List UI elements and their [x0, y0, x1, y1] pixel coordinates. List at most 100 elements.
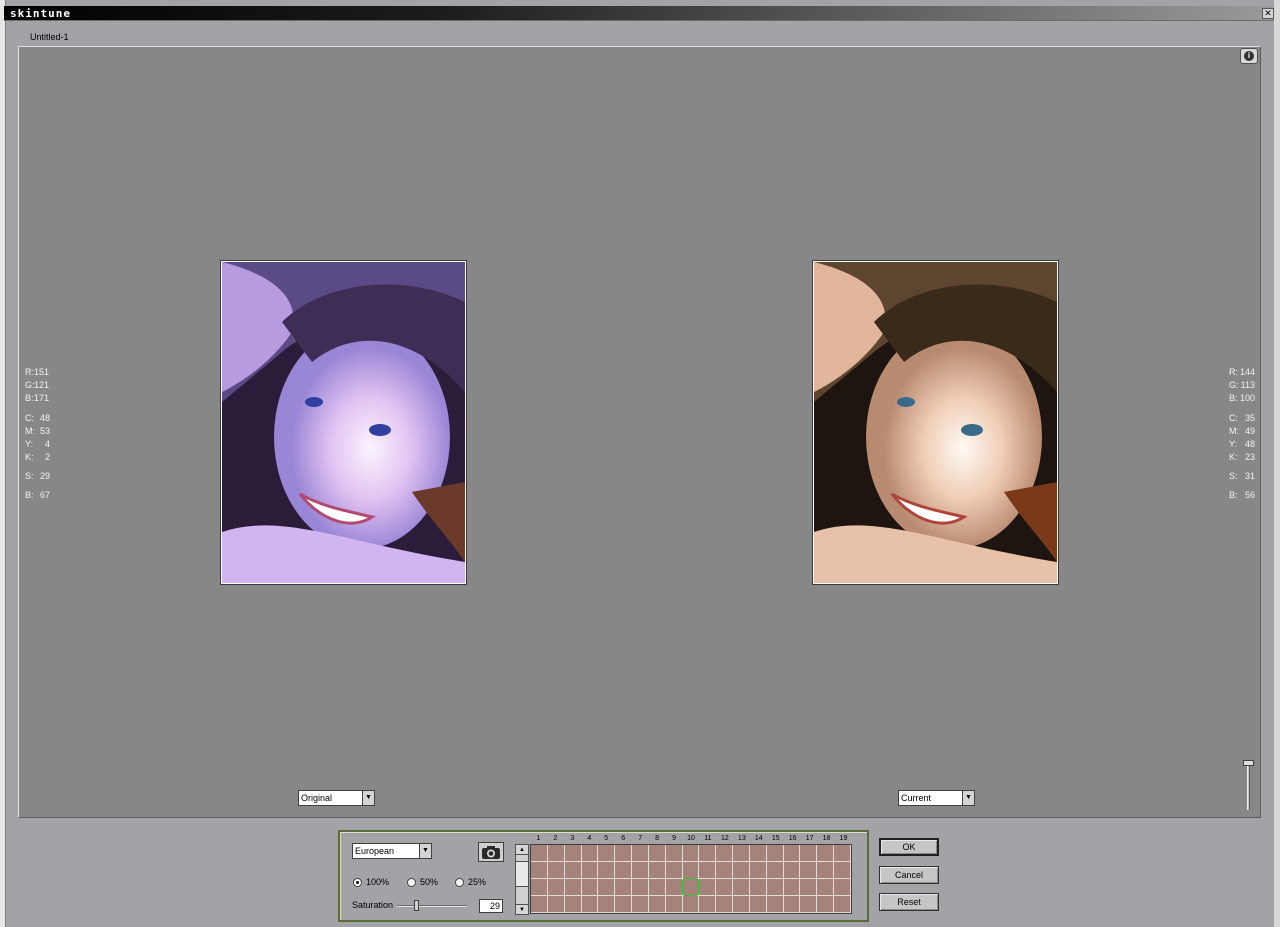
tone-grid-cell[interactable]	[699, 879, 717, 896]
left-view-select[interactable]: Original ▼	[298, 790, 375, 806]
radio-25[interactable]: 25%	[455, 877, 486, 888]
tone-grid-cell[interactable]	[749, 879, 767, 896]
tone-grid-cell[interactable]	[564, 879, 582, 896]
tone-grid-cell[interactable]	[800, 862, 818, 879]
tone-grid-cell[interactable]	[632, 879, 649, 896]
tone-grid-cell[interactable]	[766, 879, 784, 896]
grid-scrollbar[interactable]: ▲ ▼	[515, 844, 529, 915]
tone-grid-cell[interactable]	[615, 896, 633, 913]
right-view-select[interactable]: Current ▼	[898, 790, 975, 806]
ok-button[interactable]: OK	[879, 838, 939, 856]
tone-grid-cell[interactable]	[632, 845, 649, 862]
info-button[interactable]: i	[1240, 48, 1258, 64]
saturation-slider-track[interactable]	[397, 905, 467, 907]
tone-grid-cell[interactable]	[834, 862, 851, 879]
tone-grid-cell[interactable]	[733, 879, 750, 896]
tone-grid-cell[interactable]	[800, 879, 818, 896]
tone-grid-cell[interactable]	[665, 879, 683, 896]
tone-grid-cell[interactable]	[783, 862, 801, 879]
tone-grid-cell[interactable]	[648, 862, 666, 879]
close-button[interactable]: ✕	[1262, 8, 1274, 19]
tone-grid-cell[interactable]	[834, 896, 851, 913]
tone-grid-cell[interactable]	[749, 896, 767, 913]
tone-grid-cell[interactable]	[766, 896, 784, 913]
tone-grid-cell[interactable]	[581, 879, 599, 896]
tone-grid-cell[interactable]	[800, 896, 818, 913]
tone-grid-cell[interactable]	[598, 862, 616, 879]
tone-grid-cell[interactable]	[733, 862, 750, 879]
tone-grid-cell[interactable]	[547, 862, 565, 879]
saturation-slider-thumb[interactable]	[414, 900, 420, 911]
tone-grid-cell[interactable]	[615, 879, 633, 896]
tone-grid-cell[interactable]	[615, 845, 633, 862]
tone-grid-cell[interactable]	[817, 879, 835, 896]
tone-grid-cell[interactable]	[632, 862, 649, 879]
tone-grid-cell[interactable]	[632, 896, 649, 913]
tone-grid-cell[interactable]	[733, 845, 750, 862]
tone-grid-cell[interactable]	[766, 862, 784, 879]
tone-grid-cell[interactable]	[581, 845, 599, 862]
radio-25-indicator[interactable]	[455, 878, 464, 888]
tone-grid-cell[interactable]	[547, 845, 565, 862]
radio-100-indicator[interactable]	[353, 878, 362, 888]
tone-grid-cell[interactable]	[749, 845, 767, 862]
tone-grid-cell[interactable]	[615, 862, 633, 879]
tone-grid-cell[interactable]	[598, 896, 616, 913]
zoom-slider-thumb[interactable]	[1243, 760, 1254, 766]
tone-grid-cell[interactable]	[699, 896, 717, 913]
tone-grid-cell[interactable]	[716, 845, 734, 862]
tone-grid-cell[interactable]	[733, 896, 750, 913]
tone-grid-cell[interactable]	[817, 862, 835, 879]
saturation-value-field[interactable]: 29	[479, 899, 503, 913]
tone-grid-cell[interactable]	[834, 845, 851, 862]
tone-grid-cell[interactable]	[598, 879, 616, 896]
tone-grid-cell[interactable]	[682, 845, 700, 862]
tone-grid-cell[interactable]	[665, 845, 683, 862]
tone-grid-cell[interactable]	[682, 862, 700, 879]
tone-grid-cell[interactable]	[547, 896, 565, 913]
tone-grid-cell[interactable]	[531, 845, 548, 862]
tone-grid-cell[interactable]	[749, 862, 767, 879]
tone-grid-cell[interactable]	[648, 845, 666, 862]
tone-grid-cell[interactable]	[531, 879, 548, 896]
tone-grid-cell[interactable]	[665, 862, 683, 879]
tone-grid-cell[interactable]	[598, 845, 616, 862]
tone-grid-cell[interactable]	[564, 862, 582, 879]
document-tab[interactable]: Untitled-1	[30, 32, 69, 42]
tone-grid-cell[interactable]	[581, 896, 599, 913]
tone-grid-cell[interactable]	[547, 879, 565, 896]
tone-grid-cell[interactable]	[682, 896, 700, 913]
radio-50-indicator[interactable]	[407, 878, 416, 888]
tone-grid-cell[interactable]	[800, 845, 818, 862]
skin-type-select[interactable]: European ▼	[352, 843, 432, 859]
tone-grid-cell[interactable]	[716, 879, 734, 896]
tone-grid-cell[interactable]	[716, 862, 734, 879]
tone-grid-cell[interactable]	[783, 845, 801, 862]
radio-50[interactable]: 50%	[407, 877, 438, 888]
tone-grid-cell[interactable]	[648, 879, 666, 896]
scroll-up-icon[interactable]: ▲	[516, 845, 528, 855]
tone-grid-cell[interactable]	[766, 845, 784, 862]
tone-grid-cell[interactable]	[648, 896, 666, 913]
scrollbar-thumb[interactable]	[516, 861, 528, 887]
tone-grid-cell[interactable]	[564, 845, 582, 862]
tone-grid-cell[interactable]	[834, 879, 851, 896]
tone-grid-cell[interactable]	[699, 845, 717, 862]
zoom-slider-track[interactable]	[1247, 766, 1250, 810]
radio-100[interactable]: 100%	[353, 877, 389, 888]
scroll-down-icon[interactable]: ▼	[516, 904, 528, 914]
tone-grid-cell[interactable]	[665, 896, 683, 913]
tone-grid-cell[interactable]	[699, 862, 717, 879]
camera-button[interactable]	[478, 842, 504, 862]
tone-grid-cell[interactable]	[531, 862, 548, 879]
tone-grid-cell[interactable]	[716, 896, 734, 913]
tone-grid-cell[interactable]	[817, 896, 835, 913]
tone-grid-cell[interactable]	[783, 896, 801, 913]
tone-grid-cell[interactable]	[783, 879, 801, 896]
tone-grid-cell[interactable]	[531, 896, 548, 913]
tone-grid-cell[interactable]	[817, 845, 835, 862]
cancel-button[interactable]: Cancel	[879, 866, 939, 884]
tone-grid-cell[interactable]	[581, 862, 599, 879]
tone-grid-cell[interactable]	[564, 896, 582, 913]
reset-button[interactable]: Reset	[879, 893, 939, 911]
